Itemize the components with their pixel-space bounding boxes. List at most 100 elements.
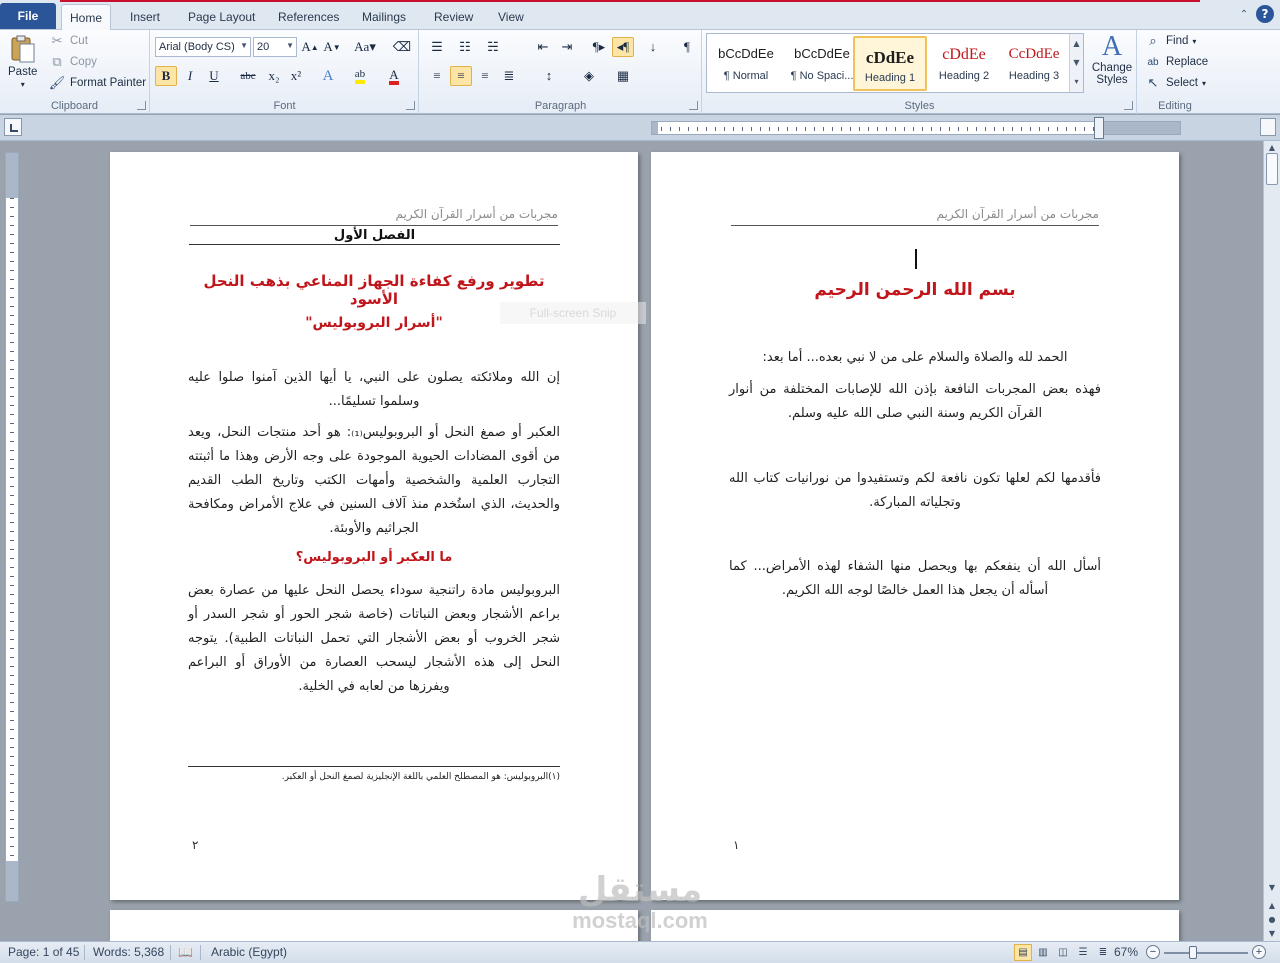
style-heading-2[interactable]: cDdEe Heading 2 <box>927 36 1001 91</box>
paragraph-launcher-icon[interactable] <box>689 101 698 110</box>
tab-home[interactable]: Home <box>61 4 112 30</box>
find-button[interactable]: ⌕ Find ▾ <box>1144 32 1196 50</box>
font-size-dropdown[interactable]: 20 ▼ <box>253 37 297 57</box>
draft-icon[interactable]: ≣ <box>1094 944 1112 961</box>
replace-icon: ab <box>1147 56 1159 68</box>
borders-icon[interactable]: ▦ <box>612 66 634 86</box>
text-effects-icon[interactable]: A <box>317 66 339 86</box>
shading-icon[interactable]: ◈ <box>578 66 600 86</box>
tab-file[interactable]: File <box>0 3 56 29</box>
find-label: Find <box>1166 35 1189 47</box>
font-color-icon[interactable]: A <box>383 66 405 86</box>
tab-page-layout[interactable]: Page Layout <box>180 4 263 30</box>
indent-marker-icon[interactable] <box>1094 117 1104 139</box>
browse-object-icon[interactable]: ● <box>1266 913 1278 925</box>
bullets-icon[interactable]: ☰ <box>426 37 448 57</box>
ltr-direction-icon[interactable]: ¶▸ <box>588 37 610 57</box>
increase-indent-icon[interactable]: ⇥ <box>556 37 578 57</box>
superscript-button[interactable]: x² <box>285 66 307 86</box>
italic-button[interactable]: I <box>179 66 201 86</box>
scissors-icon: ✂ <box>51 33 63 48</box>
show-marks-icon[interactable]: ¶ <box>676 37 698 57</box>
web-layout-icon[interactable]: ◫ <box>1054 944 1072 961</box>
style-heading-1[interactable]: cDdEe Heading 1 <box>853 36 927 91</box>
rtl-direction-icon[interactable]: ◂¶ <box>612 37 634 57</box>
page-count[interactable]: Page: 1 of 45 <box>8 945 79 959</box>
line-spacing-icon[interactable]: ↕ <box>538 66 560 86</box>
numbering-icon[interactable]: ☷ <box>454 37 476 57</box>
editing-group-label: Editing <box>1158 100 1192 112</box>
style-heading-3[interactable]: CcDdEe Heading 3 <box>997 36 1071 91</box>
body-paragraph: إن الله وملائكته يصلون على النبي، يا أيه… <box>188 370 560 409</box>
copy-button[interactable]: ⧉ Copy <box>48 53 97 71</box>
styles-gallery-scroll[interactable]: ▲ ▼ ▾ <box>1069 34 1083 92</box>
tab-review[interactable]: Review <box>426 4 481 30</box>
format-painter-button[interactable]: 🖌 Format Painter <box>48 74 146 92</box>
strikethrough-button[interactable]: abc <box>237 66 259 86</box>
decrease-indent-icon[interactable]: ⇤ <box>532 37 554 57</box>
select-button[interactable]: ↖ Select ▾ <box>1144 74 1206 92</box>
subscript-button[interactable]: x₂ <box>263 66 285 86</box>
clipboard-launcher-icon[interactable] <box>137 101 146 110</box>
chevron-down-icon: ▼ <box>240 41 248 50</box>
word-count[interactable]: Words: 5,368 <box>93 945 164 959</box>
page-2[interactable]: مجربات من أسرار القرآن الكريم الفصل الأو… <box>110 152 638 900</box>
zoom-in-icon[interactable]: + <box>1252 945 1266 959</box>
scrollbar-thumb[interactable] <box>1266 153 1278 185</box>
help-icon[interactable]: ? <box>1256 5 1274 23</box>
paste-button[interactable]: Paste ▾ <box>8 34 37 89</box>
view-ruler-icon[interactable] <box>1260 118 1276 136</box>
change-styles-button[interactable]: A Change Styles <box>1091 32 1133 87</box>
zoom-slider-thumb[interactable] <box>1189 946 1197 959</box>
zoom-out-icon[interactable]: − <box>1146 945 1160 959</box>
vertical-scrollbar[interactable]: ▲ ▼ ▲ ● ▼ <box>1263 141 1280 941</box>
vertical-ruler[interactable] <box>5 152 19 902</box>
change-case-button[interactable]: Aa▾ <box>351 37 379 57</box>
tab-view[interactable]: View <box>490 4 532 30</box>
style-normal[interactable]: bCcDdEe ¶ Normal <box>709 36 783 91</box>
scroll-down-icon[interactable]: ▼ <box>1266 881 1278 893</box>
font-launcher-icon[interactable] <box>406 101 415 110</box>
paste-dropdown-icon[interactable]: ▾ <box>21 80 25 89</box>
scroll-up-icon[interactable]: ▲ <box>1266 141 1278 153</box>
print-layout-icon[interactable]: ▤ <box>1014 944 1032 961</box>
justify-icon[interactable]: ≣ <box>498 66 520 86</box>
proofing-icon[interactable]: 📖 <box>178 945 193 959</box>
tab-selector-icon[interactable] <box>4 118 22 136</box>
align-center-icon[interactable]: ≡ <box>450 66 472 86</box>
tab-mailings[interactable]: Mailings <box>354 4 414 30</box>
align-right-icon[interactable]: ≡ <box>474 66 496 86</box>
page-1[interactable]: مجربات من أسرار القرآن الكريم بسم الله ا… <box>651 152 1179 900</box>
bold-button[interactable]: B <box>155 66 177 86</box>
style-no-spacing[interactable]: bCcDdEe ¶ No Spaci... <box>785 36 859 91</box>
styles-launcher-icon[interactable] <box>1124 101 1133 110</box>
next-page-icon[interactable]: ▼ <box>1266 927 1278 939</box>
shrink-font-button[interactable]: A ▼ <box>321 37 343 57</box>
previous-page-icon[interactable]: ▲ <box>1266 899 1278 911</box>
styles-group: bCcDdEe ¶ Normal bCcDdEe ¶ No Spaci... c… <box>703 30 1137 114</box>
body-paragraph: فهذه بعض المجربات النافعة بإذن الله للإص… <box>729 382 1101 421</box>
multilevel-list-icon[interactable]: ☵ <box>482 37 504 57</box>
highlight-icon[interactable]: ab <box>349 66 371 86</box>
cut-button[interactable]: ✂ Cut <box>48 32 88 50</box>
tab-insert[interactable]: Insert <box>122 4 168 30</box>
font-size-value: 20 <box>257 41 270 53</box>
align-left-icon[interactable]: ≡ <box>426 66 448 86</box>
font-name-value: Arial (Body CS) <box>159 41 235 53</box>
zoom-slider[interactable] <box>1164 952 1248 954</box>
replace-button[interactable]: ab Replace <box>1144 53 1208 71</box>
minimize-ribbon-icon[interactable]: ⌃ <box>1238 8 1250 20</box>
language-indicator[interactable]: Arabic (Egypt) <box>211 945 287 959</box>
grow-font-button[interactable]: A ▲ <box>299 37 321 57</box>
body-paragraph: أسأل الله أن ينفعكم بها ويحصل منها الشفا… <box>729 559 1101 598</box>
outline-icon[interactable]: ☰ <box>1074 944 1092 961</box>
sort-icon[interactable]: ↓ <box>642 37 664 57</box>
zoom-level[interactable]: 67% <box>1114 945 1138 959</box>
full-screen-reading-icon[interactable]: ▥ <box>1034 944 1052 961</box>
tab-references[interactable]: References <box>270 4 347 30</box>
snip-overlay[interactable]: Full-screen Snip <box>500 302 646 324</box>
clear-formatting-icon[interactable]: ⌫ <box>391 37 413 57</box>
body-paragraph: البروبوليس مادة راتنجية سوداء يحصل النحل… <box>188 583 560 694</box>
font-name-dropdown[interactable]: Arial (Body CS) ▼ <box>155 37 251 57</box>
underline-button[interactable]: U <box>203 66 225 86</box>
